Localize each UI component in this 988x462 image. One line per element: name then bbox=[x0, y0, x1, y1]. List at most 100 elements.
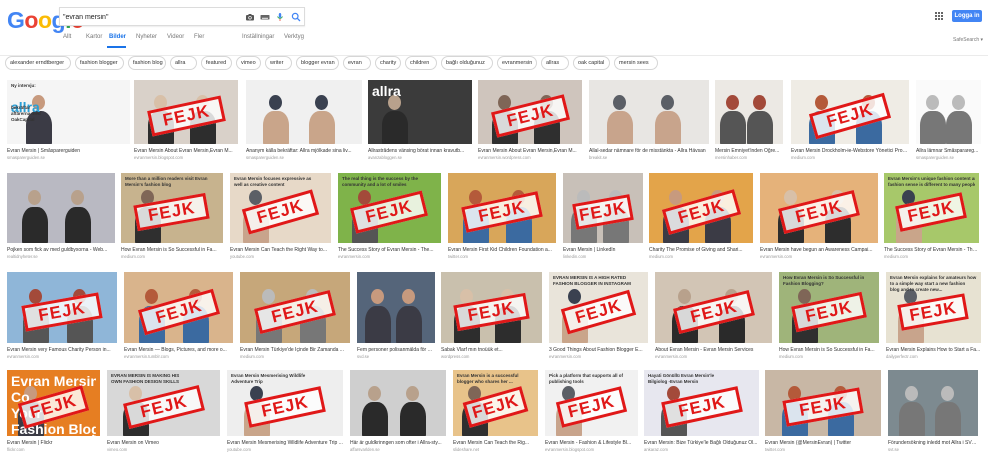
image-result[interactable]: FEJK Evran Mersin have begun an Awareness… bbox=[760, 173, 878, 261]
image-result[interactable]: Ny intervju: allra bekräftar affärerna med O… bbox=[7, 80, 130, 162]
result-thumbnail[interactable]: FEJK bbox=[240, 272, 350, 343]
search-icon[interactable] bbox=[291, 12, 301, 22]
result-caption[interactable]: Allal-sedar nämnare för de misstänkta - … bbox=[589, 148, 709, 154]
result-caption[interactable]: Evran Mersin Türkiye'de İçinde Bir Zaman… bbox=[240, 347, 350, 353]
chip-fashion-blogger[interactable]: fashion blogger bbox=[75, 56, 124, 70]
result-caption[interactable]: Evran Mersin | Småsparerguiden bbox=[7, 148, 130, 154]
image-result[interactable]: FEJK Evran Mersin About Evran Mersin,Evra… bbox=[478, 80, 582, 162]
image-result[interactable]: Evran Mersin Mesmerising Wildlife Adventu… bbox=[227, 370, 343, 454]
result-thumbnail[interactable]: Pick a platform that supports all of publ… bbox=[545, 370, 638, 436]
chip-featured[interactable]: featured bbox=[201, 56, 232, 70]
result-thumbnail[interactable]: FEJK bbox=[655, 272, 772, 343]
search-input[interactable] bbox=[63, 11, 233, 23]
result-thumbnail[interactable] bbox=[715, 80, 783, 144]
chip-blogger-evran[interactable]: blogger evran bbox=[296, 56, 339, 70]
image-result[interactable]: Evran MersinCo...YourFashion BlogFEJKEvr… bbox=[7, 370, 100, 454]
result-caption[interactable]: How Evran Mersin is So Successful in Fa.… bbox=[121, 247, 223, 253]
result-thumbnail[interactable]: Evran Mersin explains for amateurs how to… bbox=[886, 272, 981, 343]
image-result[interactable]: Allra lämnar Småsparareg... smasparerguid… bbox=[916, 80, 981, 162]
result-thumbnail[interactable]: Evran Mersin is a successful blogger who … bbox=[453, 370, 538, 436]
result-caption[interactable]: Allra lämnar Småsparareg... bbox=[916, 148, 981, 154]
result-thumbnail[interactable]: FEJK bbox=[478, 80, 582, 144]
result-thumbnail[interactable] bbox=[350, 370, 446, 436]
result-caption[interactable]: Pojken som fick av med guldbyxorna - Web… bbox=[7, 247, 115, 253]
image-result[interactable]: How Evran Mersin is So Successful in Fash… bbox=[779, 272, 879, 361]
chip-evranmersin[interactable]: evranmersin bbox=[497, 56, 537, 70]
image-result[interactable]: Hayati Gönüllü Evran Mersin'le Bilgiolog … bbox=[644, 370, 759, 454]
camera-icon[interactable] bbox=[245, 12, 255, 22]
chip-allras[interactable]: allras bbox=[541, 56, 569, 70]
image-result[interactable]: Evran Mersin focuses expressive as well a… bbox=[230, 173, 331, 261]
result-caption[interactable]: Charity The Promise of Giving and Shari.… bbox=[649, 247, 753, 253]
image-result[interactable]: Här är guldkrinngen som ofter i Allra-st… bbox=[350, 370, 446, 454]
image-result[interactable]: EVRAN MERSIN IS A HIGH RATED FASHION BLOG… bbox=[549, 272, 648, 361]
result-thumbnail[interactable]: More than a million readers visit Evran M… bbox=[121, 173, 223, 243]
result-thumbnail[interactable]: FEJK bbox=[7, 272, 117, 343]
safesearch-menu[interactable]: SafeSearch ▾ bbox=[953, 37, 983, 43]
result-thumbnail[interactable]: Evran MersinCo...YourFashion BlogFEJK bbox=[7, 370, 100, 436]
chip-alexander-erndtberger[interactable]: alexander erndtberger bbox=[5, 56, 71, 70]
result-thumbnail[interactable] bbox=[246, 80, 362, 144]
result-thumbnail[interactable] bbox=[7, 173, 115, 243]
chip-mersin-sees[interactable]: mersin sees bbox=[614, 56, 658, 70]
result-caption[interactable]: Ananym källa bekräftar: Allra mjölkade s… bbox=[246, 148, 362, 154]
image-result[interactable]: Evran Mersin's unique fashion content an… bbox=[884, 173, 979, 261]
tab-bilder[interactable]: Bilder bbox=[109, 34, 126, 40]
result-caption[interactable]: Evran Mersin Explains How to Start a Fa.… bbox=[886, 347, 981, 353]
result-caption[interactable]: Evran Mersin - Fashion & Lifestyle Bl... bbox=[545, 440, 638, 446]
image-result[interactable]: The real thing is the success by the comm… bbox=[338, 173, 441, 261]
result-caption[interactable]: How Evran Mersin is So Successful in Fa.… bbox=[779, 347, 879, 353]
chip-charity[interactable]: charity bbox=[375, 56, 401, 70]
result-caption[interactable]: About Evran Mersin - Evran Mersin Servic… bbox=[655, 347, 772, 353]
image-result[interactable]: FEJK Evran Mersin — Blogs, Pictures, and … bbox=[124, 272, 233, 361]
tab-inställningar[interactable]: Inställningar bbox=[242, 34, 274, 40]
image-result[interactable]: FEJK Evran Mersin (@MersinEvran) | Twitte… bbox=[765, 370, 881, 454]
image-result[interactable]: More than a million readers visit Evran M… bbox=[121, 173, 223, 261]
result-caption[interactable]: The Success Story of Evran Mersin - The.… bbox=[338, 247, 441, 253]
result-caption[interactable]: Sabak Vlarf mın tnoüük et... bbox=[441, 347, 542, 353]
chip-vimeo[interactable]: vimeo bbox=[236, 56, 261, 70]
result-thumbnail[interactable]: FEJK bbox=[134, 80, 238, 144]
result-thumbnail[interactable]: The real thing is the success by the comm… bbox=[338, 173, 441, 243]
image-result[interactable]: EVRAN MERSIN IS MAKING HIS OWN FASHION DE… bbox=[107, 370, 220, 454]
result-thumbnail[interactable]: Evran Mersin's unique fashion content an… bbox=[884, 173, 979, 243]
result-thumbnail[interactable]: FEJK bbox=[791, 80, 909, 144]
result-thumbnail[interactable]: FEJK bbox=[649, 173, 753, 243]
apps-grid-icon[interactable] bbox=[935, 12, 943, 20]
image-result[interactable]: FEJK Sabak Vlarf mın tnoüük et... wordpres… bbox=[441, 272, 542, 361]
result-thumbnail[interactable] bbox=[357, 272, 435, 343]
keyboard-icon[interactable] bbox=[260, 12, 270, 22]
result-thumbnail[interactable]: EVRAN MERSIN IS MAKING HIS OWN FASHION DE… bbox=[107, 370, 220, 436]
microphone-icon[interactable] bbox=[275, 12, 285, 22]
result-thumbnail[interactable]: FEJK bbox=[765, 370, 881, 436]
image-result[interactable]: Pick a platform that supports all of publ… bbox=[545, 370, 638, 454]
result-thumbnail[interactable]: Ny intervju: allra bekräftar affärerna med O… bbox=[7, 80, 130, 144]
result-caption[interactable]: Evran Mersin: Bize Türkiye'le Bağlı Oldu… bbox=[644, 440, 759, 446]
chip-oak-capital[interactable]: oak capital bbox=[573, 56, 610, 70]
image-result[interactable]: FEJK Evran Mersin Türkiye'de İçinde Bir Z… bbox=[240, 272, 350, 361]
tab-allt[interactable]: Allt bbox=[63, 34, 71, 40]
tab-videor[interactable]: Videor bbox=[167, 34, 184, 40]
image-result[interactable]: Evran Mersin is a successful blogger who … bbox=[453, 370, 538, 454]
result-caption[interactable]: Evran Mersin have begun an Awareness Cam… bbox=[760, 247, 878, 253]
tab-kartor[interactable]: Kartor bbox=[86, 34, 102, 40]
image-result[interactable]: Pojken som fick av med guldbyxorna - Web… bbox=[7, 173, 115, 261]
result-caption[interactable]: Förundersökning inledd mot Allra i SVT..… bbox=[888, 440, 978, 446]
result-caption[interactable]: Evran Mersin | LinkedIn bbox=[563, 247, 643, 253]
result-thumbnail[interactable]: FEJK bbox=[760, 173, 878, 243]
result-caption[interactable]: Evran Mersin on Vimeo bbox=[107, 440, 220, 446]
tab-nyheter[interactable]: Nyheter bbox=[136, 34, 157, 40]
chip-evran[interactable]: evran bbox=[343, 56, 371, 70]
result-caption[interactable]: Evran Mersin Can Teach the Right Way to.… bbox=[230, 247, 331, 253]
login-button[interactable]: Logga in bbox=[952, 10, 982, 22]
result-thumbnail[interactable]: How Evran Mersin is So Successful in Fash… bbox=[779, 272, 879, 343]
image-result[interactable]: FEJK About Evran Mersin - Evran Mersin Se… bbox=[655, 272, 772, 361]
result-thumbnail[interactable] bbox=[589, 80, 709, 144]
result-caption[interactable]: Evran Mersin About Evran Mersin,Evran M.… bbox=[478, 148, 582, 154]
image-result[interactable]: FEJK Evran Mersin About Evran Mersin,Evra… bbox=[134, 80, 238, 162]
result-caption[interactable]: Evran Mersin — Blogs, Pictures, and more… bbox=[124, 347, 233, 353]
result-caption[interactable]: Evran Mersin Mesmerising Wildlife Advent… bbox=[227, 440, 343, 446]
result-caption[interactable]: Evran Mersin First Kid Children Foundati… bbox=[448, 247, 556, 253]
result-thumbnail[interactable]: FEJK bbox=[441, 272, 542, 343]
result-thumbnail[interactable]: FEJK bbox=[563, 173, 643, 243]
